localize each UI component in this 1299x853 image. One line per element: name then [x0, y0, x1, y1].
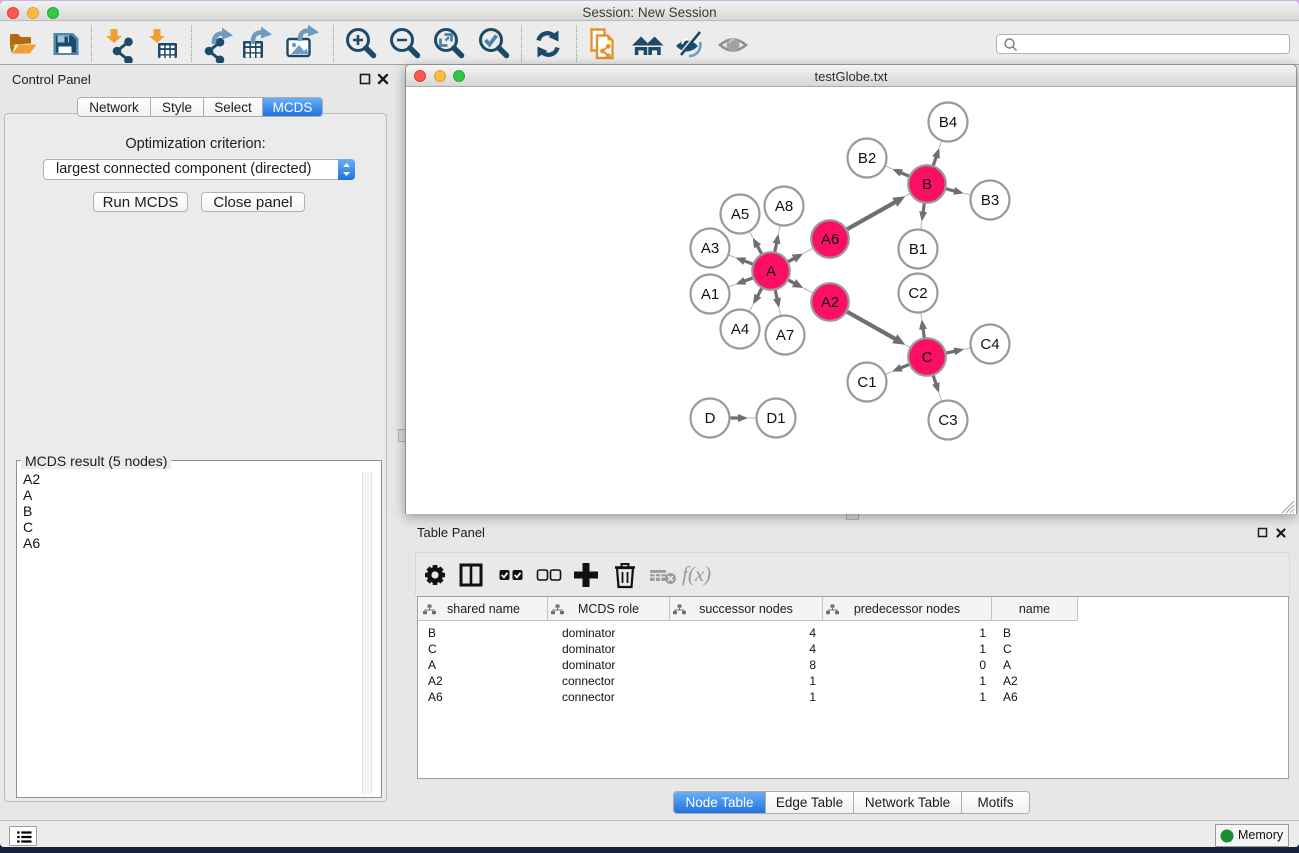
- svg-text:A: A: [766, 263, 776, 280]
- svg-text:B4: B4: [939, 114, 957, 131]
- svg-text:A4: A4: [731, 321, 749, 338]
- svg-text:C1: C1: [857, 374, 876, 391]
- svg-text:A5: A5: [731, 206, 749, 223]
- svg-text:A3: A3: [701, 240, 719, 257]
- svg-text:A8: A8: [775, 198, 793, 215]
- svg-text:A1: A1: [701, 286, 719, 303]
- svg-text:B2: B2: [858, 150, 876, 167]
- svg-text:D: D: [705, 410, 716, 427]
- svg-text:B3: B3: [981, 192, 999, 209]
- svg-text:C4: C4: [980, 336, 999, 353]
- svg-text:A7: A7: [776, 327, 794, 344]
- svg-text:C2: C2: [908, 285, 927, 302]
- svg-text:C3: C3: [938, 412, 957, 429]
- svg-text:A6: A6: [821, 231, 839, 248]
- svg-text:B: B: [922, 176, 932, 193]
- svg-text:B1: B1: [909, 241, 927, 258]
- svg-text:A2: A2: [821, 294, 839, 311]
- svg-text:D1: D1: [766, 410, 785, 427]
- svg-text:C: C: [922, 349, 933, 366]
